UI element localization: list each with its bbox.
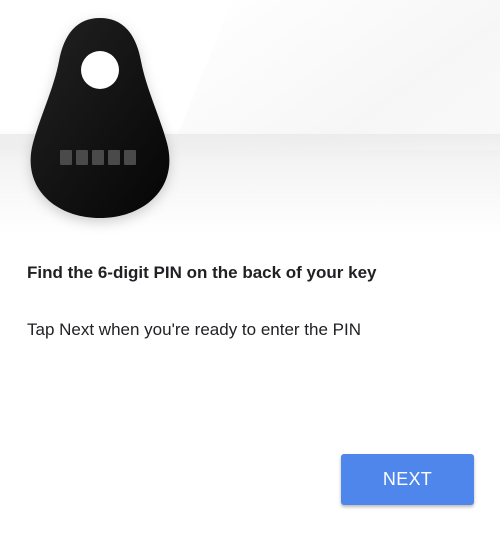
pin-dots xyxy=(60,150,136,165)
security-key-fob-icon xyxy=(30,18,170,218)
pin-instructions-screen: Find the 6-digit PIN on the back of your… xyxy=(0,0,500,542)
key-ring-hole xyxy=(81,51,119,89)
next-button[interactable]: NEXT xyxy=(341,454,474,505)
instruction-subtitle: Tap Next when you're ready to enter the … xyxy=(27,320,361,339)
instruction-title: Find the 6-digit PIN on the back of your… xyxy=(27,263,377,282)
background-light-shape xyxy=(171,0,500,150)
illustration-panel xyxy=(0,0,500,235)
key-body xyxy=(30,18,170,218)
